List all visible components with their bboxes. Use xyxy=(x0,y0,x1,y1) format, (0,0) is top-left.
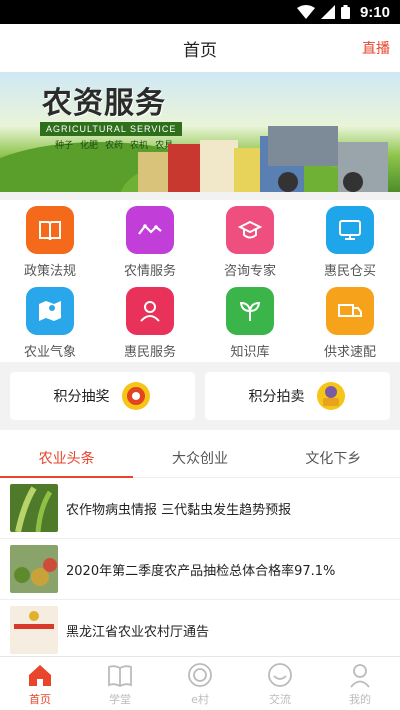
nav-label: 我的 xyxy=(349,692,371,706)
promo-banner[interactable]: 农资服务 AGRICULTURAL SERVICE 种子 化肥 农药 农机 农具 xyxy=(0,72,400,192)
service-label: 惠民仓买 xyxy=(323,264,376,279)
service-policy[interactable]: 政策法规 xyxy=(0,200,100,281)
news-item[interactable]: 2020年第二季度农产品抽检总体合格率97.1% xyxy=(0,539,400,600)
home-icon xyxy=(29,664,51,686)
news-title: 农作物病虫情报 三代黏虫发生趋势预报 xyxy=(66,502,292,518)
products-illustration xyxy=(138,126,388,192)
points-auction-card[interactable]: 积分拍卖 xyxy=(205,372,390,420)
page-title: 首页 xyxy=(183,40,217,61)
truck-icon xyxy=(326,287,374,335)
signal-icon xyxy=(320,5,335,19)
service-knowledge[interactable]: 知识库 xyxy=(200,281,300,362)
service-weather[interactable]: 农业气象 xyxy=(0,281,100,362)
news-thumbnail xyxy=(10,545,58,593)
graduation-cap-icon xyxy=(226,206,274,254)
service-label: 咨询专家 xyxy=(223,264,276,279)
user-icon xyxy=(350,663,370,688)
tab-agri-headlines[interactable]: 农业头条 xyxy=(0,438,134,478)
village-icon xyxy=(188,662,212,687)
banner-item: 农药 xyxy=(105,141,124,151)
banner-item: 化肥 xyxy=(80,141,99,151)
service-shop[interactable]: 惠民仓买 xyxy=(300,200,400,281)
map-pin-icon xyxy=(26,287,74,335)
chat-icon xyxy=(268,662,292,687)
wifi-icon xyxy=(296,5,315,19)
clock: 9:10 xyxy=(359,3,390,21)
person-icon xyxy=(126,287,174,335)
points-lottery-label: 积分抽奖 xyxy=(53,389,110,405)
points-auction-label: 积分拍卖 xyxy=(248,389,305,405)
nav-chat[interactable]: 交流 xyxy=(240,657,320,710)
news-item[interactable]: 农作物病虫情报 三代黏虫发生趋势预报 xyxy=(0,478,400,539)
news-thumbnail xyxy=(10,606,58,654)
news-thumbnail xyxy=(10,484,58,532)
nav-label: e村 xyxy=(191,692,209,706)
bottom-nav: 首页 学堂 e村 交流 我的 xyxy=(0,656,400,710)
nav-label: 首页 xyxy=(29,692,51,706)
live-button[interactable]: 直播 xyxy=(362,38,390,58)
points-section: 积分抽奖 积分拍卖 xyxy=(0,362,400,430)
service-label: 农业气象 xyxy=(23,345,76,360)
auction-icon xyxy=(316,382,345,410)
service-label: 农情服务 xyxy=(123,264,176,279)
service-label: 惠民服务 xyxy=(123,345,176,360)
nav-profile[interactable]: 我的 xyxy=(320,657,400,710)
sprout-icon xyxy=(226,287,274,335)
nav-home[interactable]: 首页 xyxy=(0,657,80,710)
book-icon xyxy=(26,206,74,254)
app-header: 首页 直播 xyxy=(0,24,400,72)
service-supply[interactable]: 供求速配 xyxy=(300,281,400,362)
news-tabs: 农业头条 大众创业 文化下乡 xyxy=(0,438,400,478)
monitor-icon xyxy=(326,206,374,254)
service-label: 供求速配 xyxy=(323,345,376,360)
section-divider xyxy=(0,192,400,200)
nav-label: 学堂 xyxy=(109,692,131,706)
status-bar: 9:10 xyxy=(0,0,400,24)
banner-item: 种子 xyxy=(55,141,74,151)
services-grid: 政策法规 农情服务 咨询专家 惠民仓买 农业气象 惠民服务 知识库 供求速配 xyxy=(0,200,400,362)
trend-chart-icon xyxy=(126,206,174,254)
service-label: 政策法规 xyxy=(23,264,76,279)
tab-entrepreneurship[interactable]: 大众创业 xyxy=(133,438,266,477)
news-title: 黑龙江省农业农村厅通告 xyxy=(66,624,210,640)
service-agri-info[interactable]: 农情服务 xyxy=(100,200,200,281)
news-title: 2020年第二季度农产品抽检总体合格率97.1% xyxy=(66,563,336,579)
nav-village[interactable]: e村 xyxy=(160,657,240,710)
news-item[interactable]: 黑龙江省农业农村厅通告 xyxy=(0,600,400,656)
service-public[interactable]: 惠民服务 xyxy=(100,281,200,362)
nav-school[interactable]: 学堂 xyxy=(80,657,160,710)
tab-culture[interactable]: 文化下乡 xyxy=(267,438,400,477)
nav-label: 交流 xyxy=(269,692,291,706)
points-lottery-card[interactable]: 积分抽奖 xyxy=(10,372,195,420)
battery-icon xyxy=(340,5,350,19)
lottery-icon xyxy=(121,382,150,410)
banner-title: 农资服务 xyxy=(42,86,166,121)
news-list: 农作物病虫情报 三代黏虫发生趋势预报 2020年第二季度农产品抽检总体合格率97… xyxy=(0,478,400,656)
book-open-icon xyxy=(108,664,132,687)
service-experts[interactable]: 咨询专家 xyxy=(200,200,300,281)
service-label: 知识库 xyxy=(230,345,270,360)
